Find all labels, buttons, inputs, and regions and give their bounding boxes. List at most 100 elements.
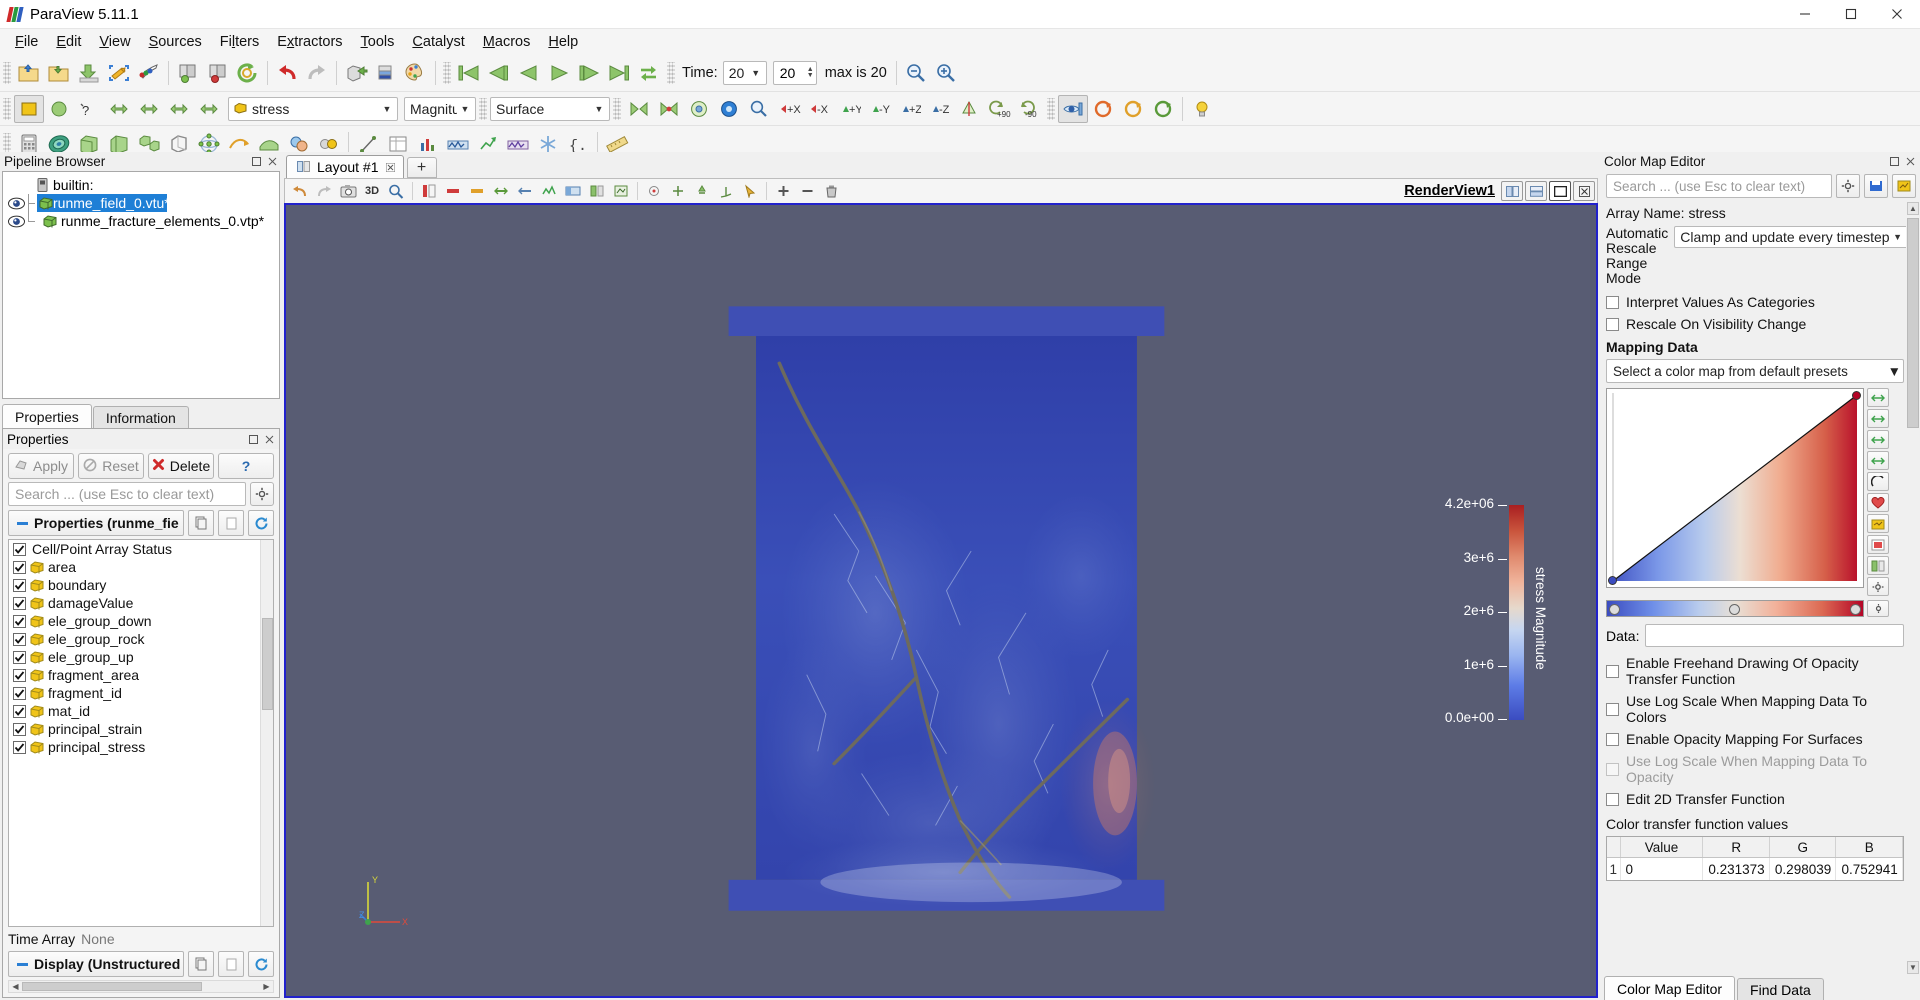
menu-file[interactable]: File — [6, 31, 47, 53]
hide-all-icon[interactable] — [654, 95, 684, 123]
select-points-icon[interactable] — [738, 181, 762, 202]
array-item[interactable]: damageValue — [9, 594, 273, 612]
tab-color-map-editor[interactable]: Color Map Editor — [1604, 976, 1736, 1000]
ctf-row-b[interactable]: 0.752941 — [1836, 858, 1904, 880]
rescale-range-icon[interactable] — [1088, 95, 1118, 123]
rescale-custom-range-icon[interactable] — [489, 181, 513, 202]
frame-index-spinbox[interactable]: 20 ▲ ▼ — [772, 60, 817, 85]
toggle-scalar-bar-icon[interactable] — [609, 181, 633, 202]
edit-color-legend-button[interactable] — [1867, 535, 1889, 554]
rescale-custom-range-button[interactable] — [1867, 409, 1889, 428]
colorbar-options-button[interactable] — [1867, 600, 1889, 617]
toggle-color-legend-icon[interactable] — [1058, 94, 1088, 123]
last-frame-icon[interactable] — [604, 59, 634, 87]
rescale-on-visibility-row[interactable]: Rescale On Visibility Change — [1606, 313, 1904, 335]
menu-extractors[interactable]: Extractors — [268, 31, 351, 53]
play-reverse-icon[interactable] — [514, 59, 544, 87]
ctf-row-r[interactable]: 0.231373 — [1703, 858, 1770, 880]
menu-view[interactable]: View — [90, 31, 139, 53]
choose-preset-button[interactable] — [1867, 493, 1889, 512]
save-screenshot-icon[interactable] — [104, 59, 134, 87]
array-item-checkbox[interactable] — [13, 740, 26, 754]
rescale-range-button[interactable] — [1867, 388, 1889, 407]
pipeline-undock-icon[interactable] — [250, 155, 263, 168]
connect-server-icon[interactable] — [173, 59, 203, 87]
visibility-eye-icon[interactable] — [3, 215, 29, 228]
array-item[interactable]: ele_group_rock — [9, 630, 273, 648]
transfer-function-canvas[interactable] — [1606, 388, 1864, 588]
color-by-icon[interactable] — [44, 95, 74, 123]
paste-display-icon[interactable] — [218, 951, 244, 977]
first-frame-icon[interactable] — [454, 59, 484, 87]
remove-separator-icon[interactable] — [795, 181, 819, 202]
camera-minus-x-icon[interactable]: -X — [804, 95, 834, 123]
color-transfer-function-table[interactable]: Value R G B 1 0 0.231373 0.298039 0.7529… — [1606, 836, 1904, 881]
colorbar-handle-right[interactable] — [1850, 604, 1861, 615]
cme-option-row[interactable]: Enable Freehand Drawing Of Opacity Trans… — [1606, 652, 1904, 690]
visibility-eye-icon[interactable] — [3, 197, 29, 210]
array-item-checkbox[interactable] — [13, 704, 26, 718]
menu-tools[interactable]: Tools — [352, 31, 404, 53]
display-section-header[interactable]: Display (Unstructured — [8, 951, 184, 977]
menu-macros[interactable]: Macros — [474, 31, 540, 53]
menu-catalyst[interactable]: Catalyst — [403, 31, 473, 53]
properties-settings-gear-icon[interactable] — [250, 482, 274, 506]
pipeline-browser[interactable]: builtin: runme_field_0.vtu* runme_fractu… — [2, 171, 280, 399]
show-orientation-axes-icon[interactable] — [714, 181, 738, 202]
cme-option-checkbox[interactable] — [1606, 664, 1619, 678]
array-item-checkbox[interactable] — [13, 560, 26, 574]
camera-minus-y-icon[interactable]: -Y — [864, 95, 894, 123]
color-bar[interactable] — [1606, 600, 1864, 617]
auto-rescale-combo[interactable]: Clamp and update every timestep ▼ — [1674, 226, 1909, 248]
edit-color-map-icon[interactable] — [401, 59, 431, 87]
invert-transfer-function-button[interactable] — [1867, 472, 1889, 491]
cme-scrollbar[interactable]: ▲ ▼ — [1906, 202, 1920, 974]
tf-left-handle[interactable] — [1608, 576, 1617, 585]
apply-button[interactable]: Apply — [8, 453, 74, 479]
maximize-button[interactable] — [1828, 0, 1874, 29]
time-value-combo[interactable]: 20 ▼ — [722, 60, 767, 85]
array-item-checkbox[interactable] — [13, 650, 26, 664]
show-center-axes-icon[interactable] — [642, 181, 666, 202]
scroll-left-arrow-icon[interactable]: ◀ — [9, 981, 22, 992]
restore-display-defaults-icon[interactable] — [248, 951, 274, 977]
interpret-values-as-categories-row[interactable]: Interpret Values As Categories — [1606, 291, 1904, 313]
array-item-checkbox[interactable] — [13, 632, 26, 646]
loop-icon[interactable] — [634, 59, 664, 87]
zoom-to-box-icon[interactable] — [744, 95, 774, 123]
edit-color-legend-icon[interactable] — [585, 181, 609, 202]
interpret-values-checkbox[interactable] — [1606, 295, 1619, 309]
tf-right-handle[interactable] — [1852, 391, 1861, 400]
toolbar-grip[interactable] — [3, 61, 11, 84]
pipeline-item-runme-field[interactable]: runme_field_0.vtu* — [7, 194, 170, 212]
redo-camera-icon[interactable] — [312, 181, 336, 202]
array-item-checkbox[interactable] — [13, 686, 26, 700]
tab-information[interactable]: Information — [92, 406, 189, 428]
solid-color-icon[interactable] — [14, 94, 44, 123]
save-data-icon[interactable] — [74, 59, 104, 87]
camera-undo-icon[interactable] — [341, 59, 371, 87]
rotate-minus-90-icon[interactable]: -90 — [1014, 95, 1044, 123]
array-item[interactable]: principal_stress — [9, 738, 273, 756]
array-item[interactable]: fragment_id — [9, 684, 273, 702]
maximize-view-button[interactable] — [1549, 181, 1571, 201]
undo-icon[interactable] — [272, 59, 302, 87]
redo-icon[interactable] — [302, 59, 332, 87]
split-vertical-button[interactable] — [1525, 181, 1547, 201]
choose-preset-icon[interactable] — [561, 181, 585, 202]
camera-iso-icon[interactable] — [954, 95, 984, 123]
rescale-temporal-range-icon[interactable] — [537, 181, 561, 202]
array-item-checkbox[interactable] — [13, 578, 26, 592]
colorbar-handle-left[interactable] — [1609, 604, 1620, 615]
layout-tab-close-icon[interactable] — [385, 159, 395, 175]
open-recent-icon[interactable] — [44, 59, 74, 87]
properties-undock-icon[interactable] — [247, 433, 260, 446]
properties-section-header[interactable]: Properties (runme_fie — [8, 510, 184, 536]
preset-selector-combo[interactable]: Select a color map from default presets … — [1606, 359, 1904, 383]
camera-plus-z-icon[interactable]: +Z — [894, 95, 924, 123]
colorbar-handle-mid[interactable] — [1729, 604, 1740, 615]
cme-undock-icon[interactable] — [1888, 155, 1901, 168]
array-list-scroll-thumb[interactable] — [262, 618, 273, 710]
camera-plus-x-icon[interactable]: +X — [774, 95, 804, 123]
pipeline-close-icon[interactable] — [266, 155, 279, 168]
